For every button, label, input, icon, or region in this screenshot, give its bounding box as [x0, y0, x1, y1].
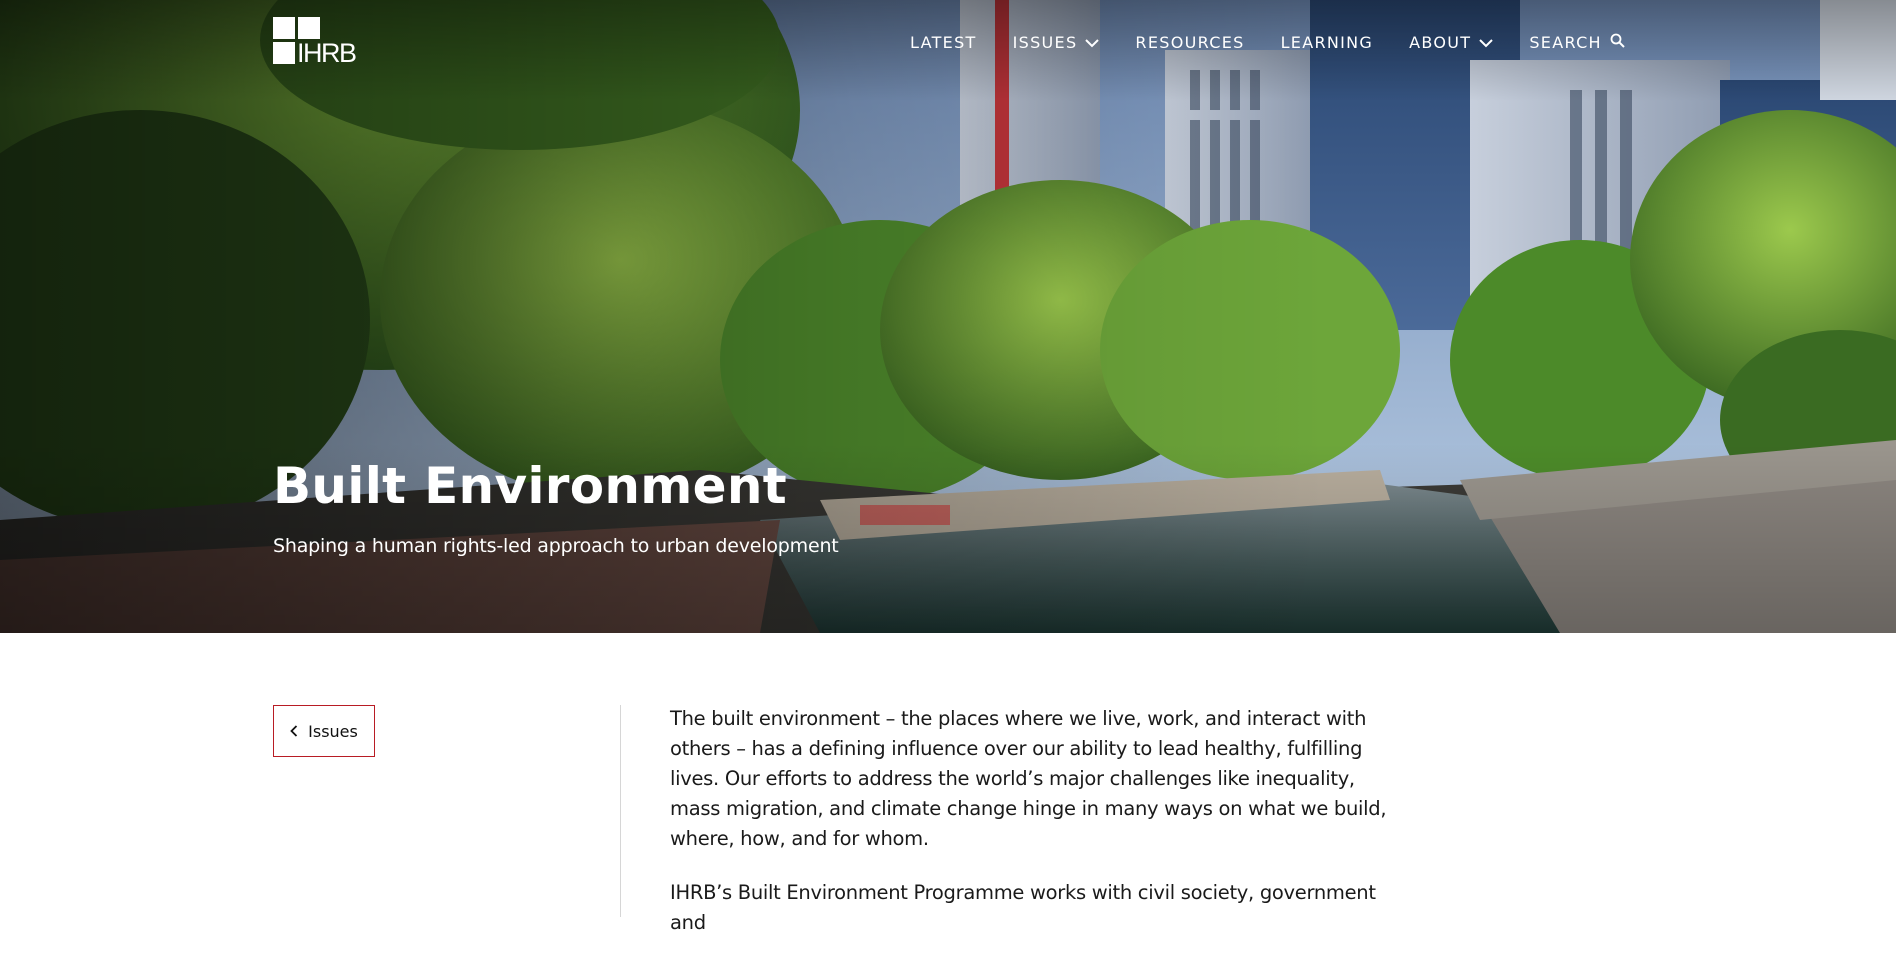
chevron-left-icon — [290, 722, 298, 741]
nav-item-search[interactable]: SEARCH — [1529, 30, 1625, 54]
nav-label: SEARCH — [1529, 32, 1602, 52]
nav-label: ISSUES — [1012, 32, 1078, 52]
nav-label: LEARNING — [1280, 32, 1374, 52]
chevron-down-icon — [1479, 33, 1494, 52]
nav-item-latest[interactable]: LATEST — [910, 30, 977, 54]
nav-label: ABOUT — [1409, 32, 1472, 52]
article-body: The built environment – the places where… — [670, 704, 1405, 962]
nav-item-issues[interactable]: ISSUES — [1013, 30, 1100, 54]
nav-label: LATEST — [910, 32, 977, 52]
main-nav: LATEST ISSUES RESOURCES LEARNING ABOUT S… — [910, 30, 1625, 54]
search-icon — [1610, 33, 1625, 52]
content-divider — [620, 705, 621, 917]
ihrb-logo[interactable]: IHRB — [273, 17, 363, 68]
logo-square — [273, 17, 295, 39]
article-paragraph: IHRB’s Built Environment Programme works… — [670, 881, 1376, 934]
chevron-down-icon — [1085, 33, 1100, 52]
nav-label: RESOURCES — [1135, 32, 1245, 52]
hero-banner: IHRB LATEST ISSUES RESOURCES LEARNING AB… — [0, 0, 1896, 633]
back-to-issues-button[interactable]: Issues — [273, 705, 375, 757]
page-subtitle: Shaping a human rights-led approach to u… — [273, 535, 839, 557]
logo-square — [273, 42, 295, 64]
logo-wordmark: IHRB — [297, 38, 357, 68]
article-paragraph: The built environment – the places where… — [670, 707, 1387, 850]
page-title: Built Environment — [273, 457, 787, 515]
back-button-label: Issues — [308, 721, 358, 741]
nav-item-learning[interactable]: LEARNING — [1281, 30, 1374, 54]
nav-item-about[interactable]: ABOUT — [1409, 30, 1494, 54]
nav-item-resources[interactable]: RESOURCES — [1135, 30, 1244, 54]
logo-square — [298, 17, 320, 39]
